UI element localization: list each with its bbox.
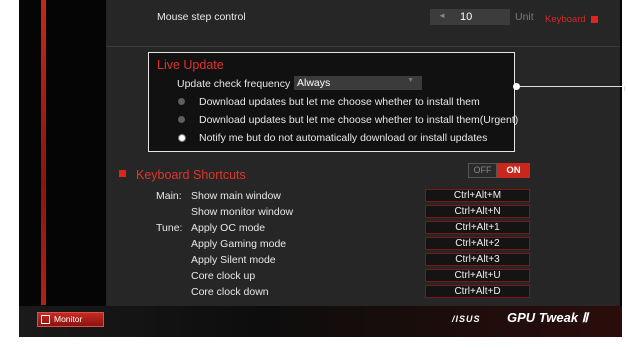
gpu-tweak-logo: GPU Tweak Ⅱ xyxy=(507,310,589,325)
update-frequency-dropdown[interactable]: Always ▼ xyxy=(294,76,422,90)
radio-option-notify-only[interactable] xyxy=(178,134,186,142)
shortcut-keys: Ctrl+Alt+1 xyxy=(455,222,500,233)
shortcut-key-field[interactable]: Ctrl+Alt+U xyxy=(425,269,530,282)
shortcut-action: Apply Gaming mode xyxy=(191,238,287,250)
radio-label-download-urgent[interactable]: Download updates but let me choose wheth… xyxy=(199,114,518,126)
radio-label-notify-only[interactable]: Notify me but do not automatically downl… xyxy=(199,132,487,144)
step-decrease-icon[interactable]: ◄ xyxy=(438,11,446,20)
shortcut-action: Core clock up xyxy=(191,270,256,282)
shortcut-action: Apply OC mode xyxy=(191,222,266,234)
mouse-step-unit: Unit xyxy=(515,11,534,23)
monitor-button-label: Monitor xyxy=(54,314,83,324)
radio-option-download-urgent[interactable] xyxy=(178,116,185,123)
keyboard-shortcuts-title: Keyboard Shortcuts xyxy=(136,168,246,182)
settings-panel xyxy=(106,0,620,306)
accent-side-bar xyxy=(41,0,46,305)
asus-logo: /ISUS xyxy=(452,314,481,324)
shortcut-keys: Ctrl+Alt+M xyxy=(453,190,502,201)
callout-dot-icon xyxy=(513,83,520,90)
monitor-icon xyxy=(41,315,50,324)
radio-label-download-choose[interactable]: Download updates but let me choose wheth… xyxy=(199,96,480,108)
keyboard-nav-link[interactable]: Keyboard xyxy=(545,14,586,26)
update-frequency-value: Always xyxy=(297,77,331,89)
shortcut-action: Apply Silent mode xyxy=(191,254,276,266)
app-window: Mouse step control ◄ 10 Unit Keyboard Li… xyxy=(19,0,622,337)
live-update-title: Live Update xyxy=(157,58,224,72)
shortcut-keys: Ctrl+Alt+N xyxy=(454,206,501,217)
shortcut-keys: Ctrl+Alt+3 xyxy=(455,254,500,265)
divider xyxy=(106,46,620,47)
group-label-main: Main: xyxy=(156,190,182,202)
shortcut-keys: Ctrl+Alt+U xyxy=(454,270,501,281)
shortcut-action: Show monitor window xyxy=(191,206,294,218)
shortcut-key-field[interactable]: Ctrl+Alt+D xyxy=(425,285,530,298)
update-frequency-label: Update check frequency xyxy=(177,78,291,90)
keyboard-shortcuts-toggle[interactable]: OFF ON xyxy=(468,163,530,178)
mouse-step-label: Mouse step control xyxy=(157,11,246,23)
shortcut-key-field[interactable]: Ctrl+Alt+2 xyxy=(425,237,530,250)
keyboard-nav-marker-icon xyxy=(591,16,598,23)
shortcut-key-field[interactable]: Ctrl+Alt+3 xyxy=(425,253,530,266)
shortcut-action: Core clock down xyxy=(191,286,269,298)
shortcut-key-field[interactable]: Ctrl+Alt+N xyxy=(425,205,530,218)
toggle-on[interactable]: ON xyxy=(497,163,530,178)
section-marker-icon xyxy=(119,170,126,177)
shortcut-action: Show main window xyxy=(191,190,281,202)
toggle-off[interactable]: OFF xyxy=(468,163,497,178)
shortcut-key-field[interactable]: Ctrl+Alt+1 xyxy=(425,221,530,234)
radio-option-download-choose[interactable] xyxy=(178,98,185,105)
callout-tail xyxy=(624,86,625,91)
mouse-step-stepper[interactable]: ◄ 10 xyxy=(430,9,510,25)
group-label-tune: Tune: xyxy=(156,222,183,234)
live-update-section: Live Update Update check frequency Alway… xyxy=(148,52,518,152)
chevron-down-icon: ▼ xyxy=(407,77,414,84)
callout-line xyxy=(516,86,622,87)
shortcut-keys: Ctrl+Alt+2 xyxy=(455,238,500,249)
mouse-step-value: 10 xyxy=(460,11,473,23)
shortcut-keys: Ctrl+Alt+D xyxy=(454,286,501,297)
shortcut-key-field[interactable]: Ctrl+Alt+M xyxy=(425,189,530,202)
monitor-button[interactable]: Monitor xyxy=(37,312,104,327)
